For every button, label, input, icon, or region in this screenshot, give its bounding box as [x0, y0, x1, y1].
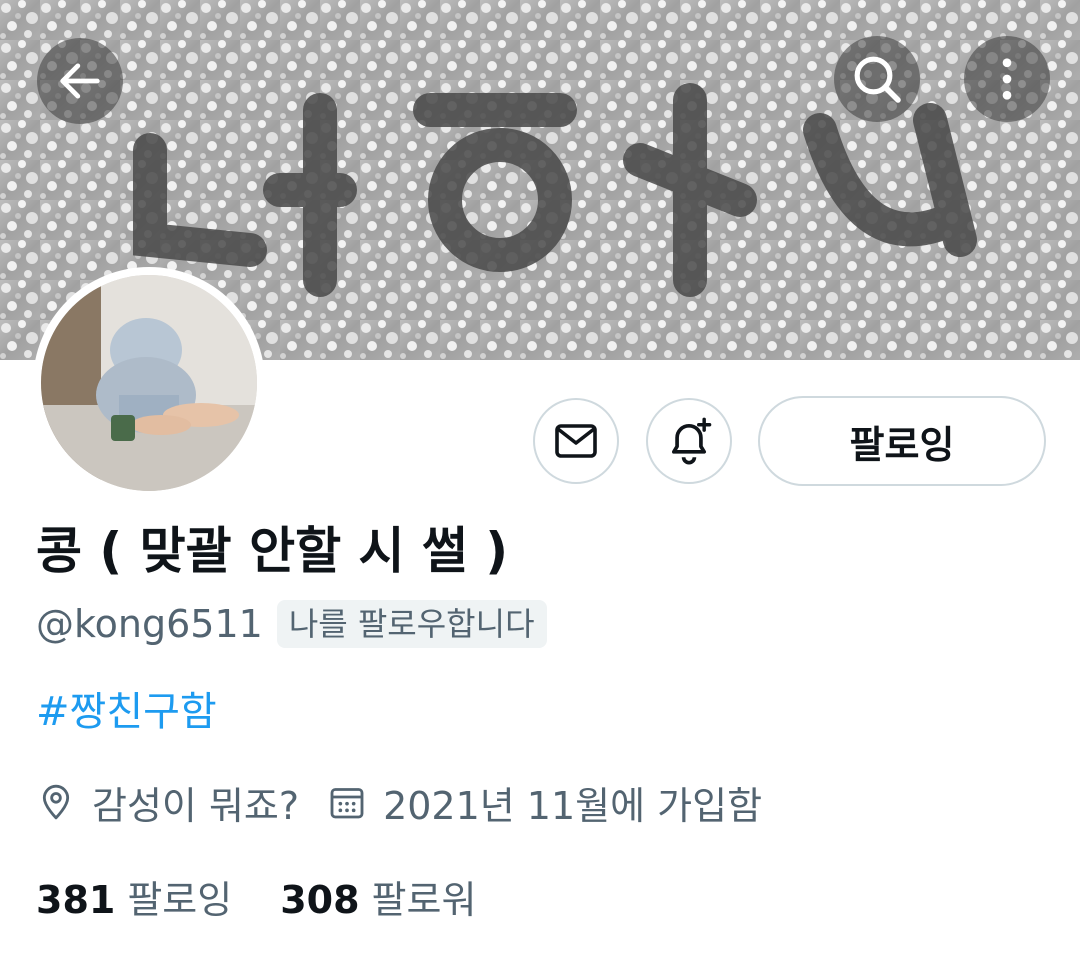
mail-icon: [555, 424, 597, 458]
joined-item: 2021년 11월에 가입함: [327, 775, 762, 830]
handle-row: @kong6511 나를 팔로우합니다: [36, 598, 547, 650]
bell-plus-icon: [671, 417, 712, 465]
following-stat-link[interactable]: 381 팔로잉: [36, 869, 232, 924]
following-label: 팔로잉: [127, 877, 233, 922]
search-button[interactable]: [834, 36, 920, 122]
followers-count: 308: [280, 877, 360, 922]
notifications-button[interactable]: [646, 398, 732, 484]
profile-meta: 감성이 뭐죠? 2021년 11월에 가입함: [36, 774, 762, 830]
bio-hashtag-link[interactable]: #짱친구함: [36, 684, 217, 740]
joined-text: 2021년 11월에 가입함: [383, 783, 763, 828]
follows-you-badge: 나를 팔로우합니다: [276, 600, 547, 648]
location-item: 감성이 뭐죠?: [36, 775, 299, 830]
more-vertical-icon: [1002, 58, 1012, 100]
back-button[interactable]: [37, 38, 123, 124]
location-text: 감성이 뭐죠?: [92, 783, 300, 828]
following-button[interactable]: 팔로잉: [758, 396, 1046, 486]
followers-label: 팔로워: [371, 877, 477, 922]
location-pin-icon: [42, 784, 70, 820]
arrow-left-icon: [60, 63, 100, 99]
message-button[interactable]: [533, 398, 619, 484]
avatar-image: [41, 275, 257, 491]
follow-stats: 381 팔로잉 308 팔로워: [36, 866, 476, 926]
user-handle: @kong6511: [36, 602, 263, 646]
display-name: 콩 ( 맞괄 안할 시 썰 ): [36, 522, 509, 580]
calendar-icon: [330, 788, 364, 819]
followers-stat-link[interactable]: 308 팔로워: [280, 869, 476, 924]
search-icon: [854, 56, 901, 103]
more-options-button[interactable]: [964, 36, 1050, 122]
following-count: 381: [36, 877, 116, 922]
profile-avatar[interactable]: [33, 267, 265, 499]
